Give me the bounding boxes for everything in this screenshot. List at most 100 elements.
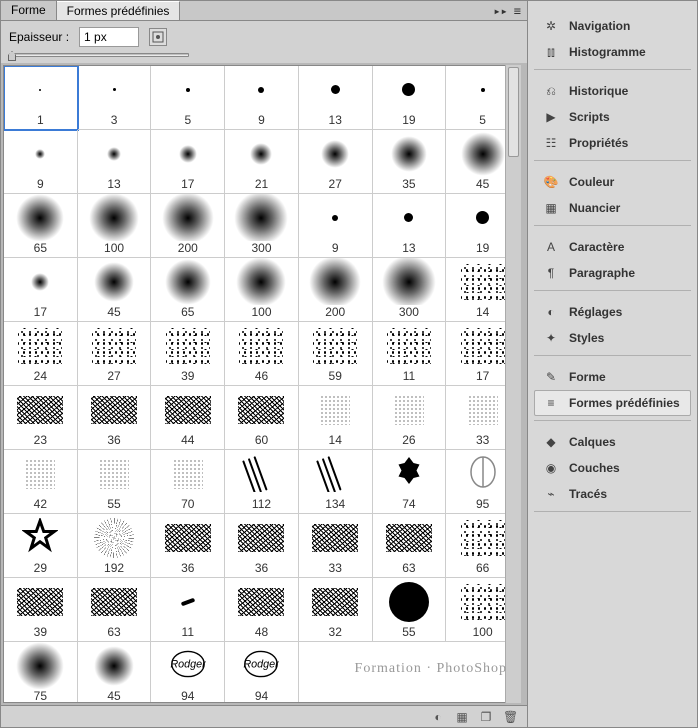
scrollbar-thumb[interactable]	[508, 67, 519, 157]
brush-preset[interactable]: Rodger94	[225, 642, 299, 703]
side-item-couleur[interactable]: 🎨Couleur	[534, 169, 691, 195]
brush-preset[interactable]: 1	[4, 66, 78, 130]
side-item-scripts[interactable]: ▶Scripts	[534, 104, 691, 130]
brush-preset[interactable]: 63	[78, 578, 152, 642]
brush-preset[interactable]: 27	[299, 130, 373, 194]
brush-preset[interactable]: Rodger94	[151, 642, 225, 703]
menu-icon[interactable]: ≡	[512, 4, 523, 18]
brush-preset[interactable]: 11	[373, 322, 447, 386]
brush-preset[interactable]: 13	[78, 130, 152, 194]
side-item-label: Couches	[569, 461, 620, 475]
slider-thumb[interactable]	[8, 51, 16, 61]
brush-size-label: 63	[107, 625, 120, 639]
brush-preset[interactable]: 39	[4, 578, 78, 642]
toggle-preview-icon[interactable]	[149, 28, 167, 46]
brush-preset[interactable]: 200	[299, 258, 373, 322]
brush-preset[interactable]: 29	[4, 514, 78, 578]
brush-preset[interactable]: 46	[225, 322, 299, 386]
para-icon: ¶	[543, 265, 559, 281]
side-item-historique[interactable]: ⎌Historique	[534, 78, 691, 104]
brush-preset[interactable]: 36	[78, 386, 152, 450]
brush-preset[interactable]: 134	[299, 450, 373, 514]
brush-preset[interactable]: 44	[151, 386, 225, 450]
trash-icon[interactable]: 🗑	[503, 710, 517, 724]
brush-preset[interactable]: 36	[225, 514, 299, 578]
brush-preset[interactable]: 74	[373, 450, 447, 514]
save-icon[interactable]: ▦	[455, 710, 469, 724]
side-item-paragraphe[interactable]: ¶Paragraphe	[534, 260, 691, 286]
brush-size-label: 5	[479, 113, 486, 127]
brush-preset[interactable]: 9	[225, 66, 299, 130]
brush-preset[interactable]: 60	[225, 386, 299, 450]
brush-preset[interactable]: 65	[4, 194, 78, 258]
brush-size-label: 33	[329, 561, 342, 575]
side-item-propriétés[interactable]: ☷Propriétés	[534, 130, 691, 156]
brush-preset[interactable]: 200	[151, 194, 225, 258]
brush-preset[interactable]: 21	[225, 130, 299, 194]
brush-preset[interactable]: 26	[373, 386, 447, 450]
brush-preset[interactable]: 59	[299, 322, 373, 386]
preset-grid-scroll[interactable]: 1359131959131721273545651002003009131917…	[3, 65, 521, 703]
side-item-histogramme[interactable]: ⫾⫾Histogramme	[534, 39, 691, 65]
brush-preset[interactable]: 42	[4, 450, 78, 514]
brush-preset[interactable]: 192	[78, 514, 152, 578]
brush-preset[interactable]: 14	[299, 386, 373, 450]
brush-preset[interactable]: 100	[78, 194, 152, 258]
brush-preset[interactable]: 13	[373, 194, 447, 258]
brush-preset[interactable]: 13	[299, 66, 373, 130]
brush-preset[interactable]: 3	[78, 66, 152, 130]
side-item-couches[interactable]: ◉Couches	[534, 455, 691, 481]
visibility-icon[interactable]: ◐	[431, 710, 445, 724]
brush-preset[interactable]: 45	[78, 642, 152, 703]
brush-preset[interactable]: 27	[78, 322, 152, 386]
brush-preset[interactable]: 48	[225, 578, 299, 642]
brush-size-label: 32	[329, 625, 342, 639]
tab-forme[interactable]: Forme	[1, 1, 57, 20]
brush-preset[interactable]: 24	[4, 322, 78, 386]
side-item-calques[interactable]: ◆Calques	[534, 429, 691, 455]
side-item-formes-prédéfinies[interactable]: ≡Formes prédéfinies	[534, 390, 691, 416]
brush-preset[interactable]: 65	[151, 258, 225, 322]
thickness-input[interactable]	[79, 27, 139, 47]
side-item-tracés[interactable]: ⌁Tracés	[534, 481, 691, 507]
brush-preset[interactable]: 63	[373, 514, 447, 578]
brush-preset[interactable]: 9	[4, 130, 78, 194]
scrollbar[interactable]	[505, 65, 521, 703]
new-icon[interactable]: ❐	[479, 710, 493, 724]
brush-preset[interactable]: 35	[373, 130, 447, 194]
side-item-réglages[interactable]: ◐Réglages	[534, 299, 691, 325]
brush-preset[interactable]: 17	[4, 258, 78, 322]
brush-preset[interactable]: 100	[225, 258, 299, 322]
brush-preset[interactable]: 300	[225, 194, 299, 258]
brush-preset[interactable]: 9	[299, 194, 373, 258]
thickness-slider[interactable]	[9, 53, 189, 57]
brush-preset[interactable]: 70	[151, 450, 225, 514]
brush-preset[interactable]: 11	[151, 578, 225, 642]
side-item-caractère[interactable]: ACaractère	[534, 234, 691, 260]
side-item-styles[interactable]: ✦Styles	[534, 325, 691, 351]
side-item-navigation[interactable]: ✲Navigation	[534, 13, 691, 39]
brush-size-label: 46	[255, 369, 268, 383]
brush-preset[interactable]: 17	[151, 130, 225, 194]
brush-preset[interactable]: 45	[78, 258, 152, 322]
brush-preset[interactable]: 36	[151, 514, 225, 578]
tab-formes-predefinies[interactable]: Formes prédéfinies	[57, 1, 181, 20]
brush-preset[interactable]: 39	[151, 322, 225, 386]
brush-preset[interactable]: 300	[373, 258, 447, 322]
collapse-icon[interactable]: ▸▸	[491, 4, 509, 18]
brush-preset[interactable]: 5	[151, 66, 225, 130]
brush-preset[interactable]: 33	[299, 514, 373, 578]
brush-size-label: 13	[107, 177, 120, 191]
brush-preset[interactable]: 55	[78, 450, 152, 514]
brush-size-label: 66	[476, 561, 489, 575]
brush-size-label: 44	[181, 433, 194, 447]
brush-preset[interactable]: 19	[373, 66, 447, 130]
brush-preset[interactable]: 55	[373, 578, 447, 642]
side-item-forme[interactable]: ✎Forme	[534, 364, 691, 390]
brush-preset[interactable]: 32	[299, 578, 373, 642]
side-item-nuancier[interactable]: ▦Nuancier	[534, 195, 691, 221]
brush-preset[interactable]: 75	[4, 642, 78, 703]
brush-preset[interactable]: 112	[225, 450, 299, 514]
brush-preset[interactable]: 23	[4, 386, 78, 450]
brush-size-label: 100	[104, 241, 124, 255]
